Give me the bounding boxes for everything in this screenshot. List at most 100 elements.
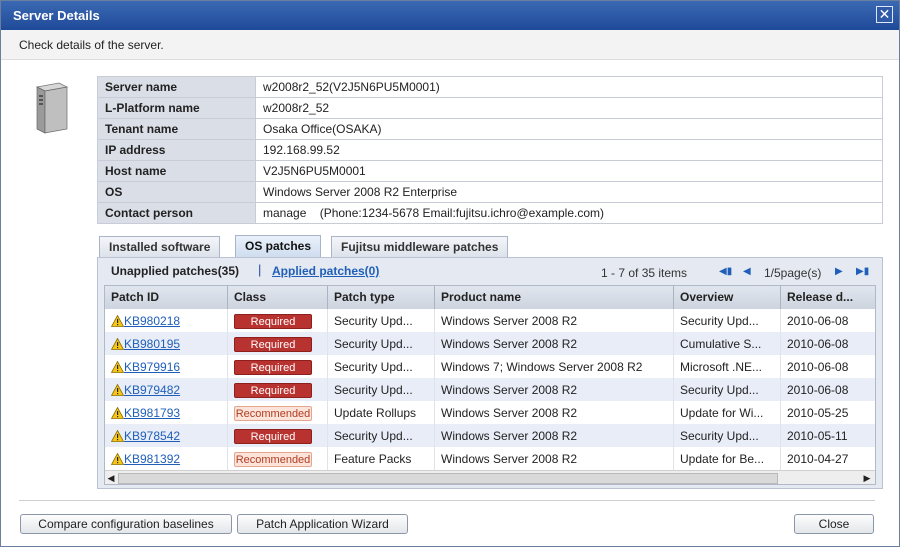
info-row-server-name: Server name w2008r2_52(V2J5N6PU5M0001) <box>97 76 883 98</box>
warning-icon <box>111 315 124 327</box>
release-date-cell: 2010-05-11 <box>787 429 848 443</box>
overview-cell: Microsoft .NE... <box>674 355 781 378</box>
info-row-ip: IP address 192.168.99.52 <box>97 139 883 161</box>
class-badge: Required <box>234 337 312 352</box>
class-cell: Required <box>228 378 328 401</box>
warning-icon <box>111 453 124 465</box>
info-value: Osaka Office(OSAKA) <box>255 118 883 140</box>
title-bar: Server Details ✕ <box>1 1 899 30</box>
patch-id-link[interactable]: KB978542 <box>124 429 180 443</box>
patch-type-cell: Security Upd... <box>328 355 435 378</box>
product-name-cell: Windows Server 2008 R2 <box>435 424 674 447</box>
patch-subtabs: Unapplied patches(35) | Applied patches(… <box>98 258 882 286</box>
os-patches-panel: Unapplied patches(35) | Applied patches(… <box>97 257 883 489</box>
compare-configuration-baselines-button[interactable]: Compare configuration baselines <box>20 514 232 534</box>
unapplied-patches-tab[interactable]: Unapplied patches(35) <box>111 264 239 278</box>
horizontal-scrollbar[interactable]: ◀ ▶ <box>105 470 875 484</box>
footer-divider <box>19 500 875 501</box>
info-row-contact: Contact person manage (Phone:1234-5678 E… <box>97 202 883 224</box>
class-badge: Recommended <box>234 406 312 421</box>
release-date-cell: 2010-06-08 <box>787 360 849 374</box>
patch-id-link[interactable]: KB980218 <box>124 314 180 328</box>
release-date-cell: 2010-04-27 <box>787 452 849 466</box>
prev-page-icon[interactable]: ◀ <box>743 266 751 277</box>
patch-grid: Patch ID Class Patch type Product name O… <box>104 285 876 485</box>
next-page-icon[interactable]: ▶ <box>835 266 843 277</box>
scroll-right-icon[interactable]: ▶ <box>862 473 872 483</box>
patch-id-link[interactable]: KB979916 <box>124 360 180 374</box>
col-header-release-date[interactable]: Release d... <box>781 286 875 309</box>
tab-os-patches[interactable]: OS patches <box>235 235 322 257</box>
dialog-title: Server Details <box>13 8 100 23</box>
tab-installed-software[interactable]: Installed software <box>99 236 221 257</box>
info-value: V2J5N6PU5M0001 <box>255 160 883 182</box>
info-label: Tenant name <box>97 118 256 140</box>
col-header-overview[interactable]: Overview <box>674 286 781 309</box>
info-label: L-Platform name <box>97 97 256 119</box>
patch-type-cell: Update Rollups <box>328 401 435 424</box>
close-button[interactable]: Close <box>794 514 874 534</box>
patch-id-cell: KB980218 <box>105 309 228 332</box>
class-badge: Required <box>234 429 312 444</box>
col-header-patch-type[interactable]: Patch type <box>328 286 435 309</box>
patch-id-link[interactable]: KB979482 <box>124 383 180 397</box>
patch-id-cell: KB980195 <box>105 332 228 355</box>
release-date-cell: 2010-06-08 <box>787 383 849 397</box>
product-name-cell: Windows Server 2008 R2 <box>435 332 674 355</box>
close-icon[interactable]: ✕ <box>876 6 893 23</box>
class-cell: Required <box>228 332 328 355</box>
patch-type-cell: Security Upd... <box>328 332 435 355</box>
info-row-host: Host name V2J5N6PU5M0001 <box>97 160 883 182</box>
patch-id-cell: KB981793 <box>105 401 228 424</box>
warning-icon <box>111 384 124 396</box>
tab-fujitsu-middleware-patches[interactable]: Fujitsu middleware patches <box>331 236 509 257</box>
info-label: Contact person <box>97 202 256 224</box>
table-row[interactable]: KB981793 Recommended Update Rollups Wind… <box>105 401 875 424</box>
first-page-icon[interactable]: ◀▮ <box>719 266 732 277</box>
server-details-dialog: Server Details ✕ Check details of the se… <box>0 0 900 547</box>
patch-id-cell: KB979916 <box>105 355 228 378</box>
product-name-cell: Windows Server 2008 R2 <box>435 447 674 470</box>
table-row[interactable]: KB980195 Required Security Upd... Window… <box>105 332 875 355</box>
overview-cell: Security Upd... <box>674 424 781 447</box>
info-value: Windows Server 2008 R2 Enterprise <box>255 181 883 203</box>
col-header-product-name[interactable]: Product name <box>435 286 674 309</box>
col-header-class[interactable]: Class <box>228 286 328 309</box>
table-row[interactable]: KB979482 Required Security Upd... Window… <box>105 378 875 401</box>
last-page-icon[interactable]: ▶▮ <box>856 266 869 277</box>
overview-cell: Update for Wi... <box>674 401 781 424</box>
applied-patches-link[interactable]: Applied patches(0) <box>272 264 379 278</box>
patch-id-link[interactable]: KB980195 <box>124 337 180 351</box>
patch-id-cell: KB979482 <box>105 378 228 401</box>
table-row[interactable]: KB980218 Required Security Upd... Window… <box>105 309 875 332</box>
server-info-table: Server name w2008r2_52(V2J5N6PU5M0001) L… <box>97 76 883 224</box>
description-bar: Check details of the server. <box>1 30 899 60</box>
table-row[interactable]: KB978542 Required Security Upd... Window… <box>105 424 875 447</box>
scroll-left-icon[interactable]: ◀ <box>106 473 116 483</box>
release-date-cell: 2010-06-08 <box>787 314 849 328</box>
product-name-cell: Windows 7; Windows Server 2008 R2 <box>435 355 674 378</box>
warning-icon <box>111 338 124 350</box>
server-tower-icon <box>35 82 69 134</box>
scrollbar-thumb[interactable] <box>118 473 778 484</box>
patch-application-wizard-button[interactable]: Patch Application Wizard <box>237 514 408 534</box>
patch-id-link[interactable]: KB981392 <box>124 452 180 466</box>
table-row[interactable]: KB979916 Required Security Upd... Window… <box>105 355 875 378</box>
release-date-cell: 2010-05-25 <box>787 406 849 420</box>
overview-cell: Update for Be... <box>674 447 781 470</box>
subtab-separator: | <box>258 262 262 277</box>
overview-cell: Security Upd... <box>674 309 781 332</box>
class-badge: Required <box>234 360 312 375</box>
class-badge: Required <box>234 314 312 329</box>
patch-type-cell: Feature Packs <box>328 447 435 470</box>
pager-page-indicator: 1/5page(s) <box>764 266 822 280</box>
table-row[interactable]: KB981392 Recommended Feature Packs Windo… <box>105 447 875 470</box>
info-value: w2008r2_52 <box>255 97 883 119</box>
info-label: Host name <box>97 160 256 182</box>
patch-type-cell: Security Upd... <box>328 309 435 332</box>
patch-id-link[interactable]: KB981793 <box>124 406 180 420</box>
warning-icon <box>111 407 124 419</box>
class-cell: Required <box>228 309 328 332</box>
col-header-patch-id[interactable]: Patch ID <box>105 286 228 309</box>
release-date-cell: 2010-06-08 <box>787 337 849 351</box>
